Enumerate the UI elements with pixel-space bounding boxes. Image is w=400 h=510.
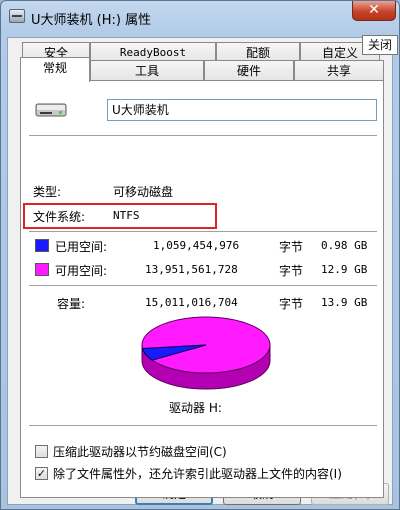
free-space-unit: 字节: [279, 264, 304, 278]
used-space-bytes: 1,059,454,976: [153, 239, 240, 252]
index-label[interactable]: 除了文件属性外，还允许索引此驱动器上文件的内容(I): [53, 465, 342, 482]
capacity-label: 容量:: [57, 297, 86, 311]
close-button[interactable]: ✕: [352, 1, 396, 21]
tab-sharing[interactable]: 共享: [294, 60, 384, 82]
index-checkbox[interactable]: ✓: [35, 467, 48, 480]
used-space-size: 0.98 GB: [321, 239, 368, 252]
compress-label[interactable]: 压缩此驱动器以节约磁盘空间(C): [53, 443, 227, 460]
free-space-size: 12.9 GB: [321, 263, 368, 276]
divider: [29, 425, 377, 426]
type-value: 可移动磁盘: [113, 185, 174, 199]
tab-hardware[interactable]: 硬件: [204, 60, 294, 82]
free-space-bytes: 13,951,561,728: [145, 263, 238, 276]
divider: [29, 285, 377, 286]
capacity-size: 13.9 GB: [321, 296, 368, 309]
drive-name-input[interactable]: U大师装机: [107, 99, 377, 121]
title-bar[interactable]: U大师装机 (H:) 属性 ✕: [1, 1, 399, 33]
disk-usage-pie-chart: [141, 316, 271, 390]
properties-window: U大师装机 (H:) 属性 ✕ 关闭 安全 ReadyBoost 配额 自定义 …: [0, 0, 400, 510]
type-label: 类型:: [33, 185, 62, 199]
tab-general[interactable]: 常规: [20, 57, 90, 82]
general-panel: U大师装机 类型: 可移动磁盘 文件系统: NTFS 已用空间: 1,059,4…: [20, 80, 384, 498]
free-space-label: 可用空间:: [55, 264, 108, 278]
used-space-label: 已用空间:: [55, 240, 108, 254]
close-tooltip: 关闭: [362, 35, 398, 55]
divider: [29, 135, 377, 136]
drive-caption: 驱动器 H:: [169, 401, 222, 415]
divider: [29, 231, 377, 232]
compress-checkbox[interactable]: [35, 445, 48, 458]
dialog-client: 安全 ReadyBoost 配额 自定义 常规 工具 硬件 共享 U大师装机 类…: [7, 37, 393, 505]
removable-drive-icon: [35, 103, 67, 117]
capacity-unit: 字节: [279, 297, 304, 311]
capacity-bytes: 15,011,016,704: [145, 296, 238, 309]
tab-tools[interactable]: 工具: [90, 60, 204, 82]
window-title: U大师装机 (H:) 属性: [31, 13, 152, 28]
file-system-highlight: [23, 203, 217, 229]
used-space-swatch: [35, 239, 49, 252]
drive-icon: [9, 9, 25, 23]
used-space-unit: 字节: [279, 240, 304, 254]
free-space-swatch: [35, 263, 49, 276]
